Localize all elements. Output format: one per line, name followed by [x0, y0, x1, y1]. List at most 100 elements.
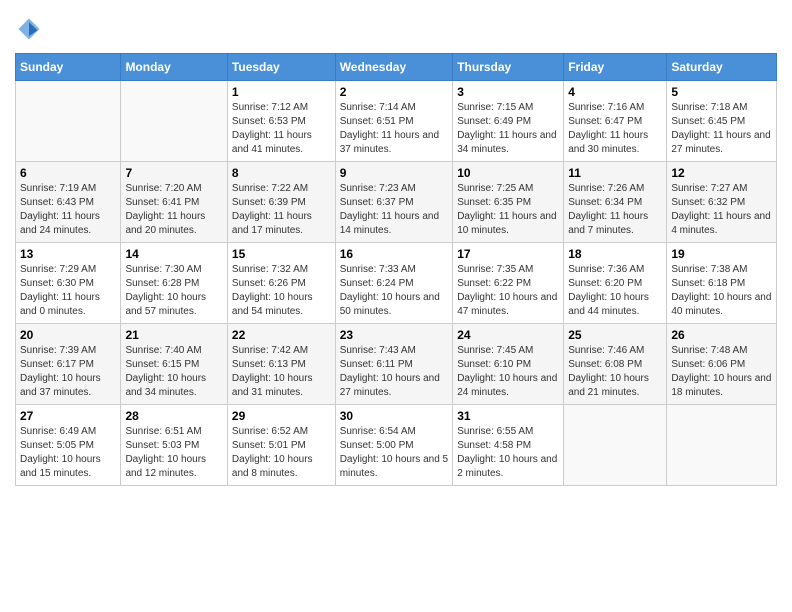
day-number: 17 — [457, 247, 559, 261]
day-info: Sunrise: 6:49 AMSunset: 5:05 PMDaylight:… — [20, 425, 116, 481]
weekday-header-monday: Monday — [121, 54, 227, 81]
day-number: 7 — [125, 166, 222, 180]
calendar-header-row: SundayMondayTuesdayWednesdayThursdayFrid… — [16, 54, 777, 81]
calendar-cell: 5 Sunrise: 7:18 AMSunset: 6:45 PMDaylight… — [667, 81, 777, 162]
day-number: 19 — [671, 247, 772, 261]
day-info: Sunrise: 7:40 AMSunset: 6:15 PMDaylight:… — [125, 344, 222, 400]
day-info: Sunrise: 7:33 AMSunset: 6:24 PMDaylight:… — [340, 263, 449, 319]
weekday-header-friday: Friday — [564, 54, 667, 81]
calendar-cell: 17 Sunrise: 7:35 AMSunset: 6:22 PMDayligh… — [453, 243, 564, 324]
day-number: 20 — [20, 328, 116, 342]
calendar-week-row: 6 Sunrise: 7:19 AMSunset: 6:43 PMDaylight… — [16, 162, 777, 243]
day-info: Sunrise: 6:52 AMSunset: 5:01 PMDaylight:… — [232, 425, 331, 481]
calendar-cell: 3 Sunrise: 7:15 AMSunset: 6:49 PMDaylight… — [453, 81, 564, 162]
weekday-header-tuesday: Tuesday — [227, 54, 335, 81]
calendar-cell: 18 Sunrise: 7:36 AMSunset: 6:20 PMDayligh… — [564, 243, 667, 324]
day-number: 13 — [20, 247, 116, 261]
day-info: Sunrise: 7:12 AMSunset: 6:53 PMDaylight:… — [232, 101, 331, 157]
calendar-week-row: 13 Sunrise: 7:29 AMSunset: 6:30 PMDayligh… — [16, 243, 777, 324]
day-number: 21 — [125, 328, 222, 342]
calendar-cell: 14 Sunrise: 7:30 AMSunset: 6:28 PMDayligh… — [121, 243, 227, 324]
day-number: 25 — [568, 328, 662, 342]
day-number: 26 — [671, 328, 772, 342]
calendar-cell: 16 Sunrise: 7:33 AMSunset: 6:24 PMDayligh… — [335, 243, 453, 324]
calendar-cell: 1 Sunrise: 7:12 AMSunset: 6:53 PMDaylight… — [227, 81, 335, 162]
day-number: 24 — [457, 328, 559, 342]
calendar-cell: 6 Sunrise: 7:19 AMSunset: 6:43 PMDaylight… — [16, 162, 121, 243]
day-number: 22 — [232, 328, 331, 342]
calendar-cell: 13 Sunrise: 7:29 AMSunset: 6:30 PMDayligh… — [16, 243, 121, 324]
day-number: 18 — [568, 247, 662, 261]
calendar-cell: 29 Sunrise: 6:52 AMSunset: 5:01 PMDayligh… — [227, 405, 335, 486]
day-info: Sunrise: 7:19 AMSunset: 6:43 PMDaylight:… — [20, 182, 116, 238]
calendar-cell: 12 Sunrise: 7:27 AMSunset: 6:32 PMDayligh… — [667, 162, 777, 243]
day-info: Sunrise: 7:27 AMSunset: 6:32 PMDaylight:… — [671, 182, 772, 238]
calendar-cell — [16, 81, 121, 162]
calendar-cell: 4 Sunrise: 7:16 AMSunset: 6:47 PMDaylight… — [564, 81, 667, 162]
day-number: 5 — [671, 85, 772, 99]
day-number: 27 — [20, 409, 116, 423]
day-info: Sunrise: 7:43 AMSunset: 6:11 PMDaylight:… — [340, 344, 449, 400]
day-number: 11 — [568, 166, 662, 180]
calendar-cell: 21 Sunrise: 7:40 AMSunset: 6:15 PMDayligh… — [121, 324, 227, 405]
calendar-week-row: 1 Sunrise: 7:12 AMSunset: 6:53 PMDaylight… — [16, 81, 777, 162]
day-number: 31 — [457, 409, 559, 423]
day-number: 8 — [232, 166, 331, 180]
calendar-cell: 23Sunrise: 7:43 AMSunset: 6:11 PMDayligh… — [335, 324, 453, 405]
day-number: 3 — [457, 85, 559, 99]
day-number: 1 — [232, 85, 331, 99]
day-info: Sunrise: 7:32 AMSunset: 6:26 PMDaylight:… — [232, 263, 331, 319]
weekday-header-sunday: Sunday — [16, 54, 121, 81]
weekday-header-wednesday: Wednesday — [335, 54, 453, 81]
day-info: Sunrise: 7:45 AMSunset: 6:10 PMDaylight:… — [457, 344, 559, 400]
calendar-cell: 2 Sunrise: 7:14 AMSunset: 6:51 PMDaylight… — [335, 81, 453, 162]
calendar-cell: 28Sunrise: 6:51 AMSunset: 5:03 PMDayligh… — [121, 405, 227, 486]
day-info: Sunrise: 7:22 AMSunset: 6:39 PMDaylight:… — [232, 182, 331, 238]
calendar-cell: 19 Sunrise: 7:38 AMSunset: 6:18 PMDayligh… — [667, 243, 777, 324]
day-number: 4 — [568, 85, 662, 99]
day-number: 30 — [340, 409, 449, 423]
day-number: 29 — [232, 409, 331, 423]
day-info: Sunrise: 7:23 AMSunset: 6:37 PMDaylight:… — [340, 182, 449, 238]
day-info: Sunrise: 7:42 AMSunset: 6:13 PMDaylight:… — [232, 344, 331, 400]
calendar-cell: 15 Sunrise: 7:32 AMSunset: 6:26 PMDayligh… — [227, 243, 335, 324]
calendar-cell — [564, 405, 667, 486]
calendar-cell: 24 Sunrise: 7:45 AMSunset: 6:10 PMDayligh… — [453, 324, 564, 405]
logo — [15, 15, 47, 43]
day-info: Sunrise: 6:54 AMSunset: 5:00 PMDaylight:… — [340, 425, 449, 481]
day-number: 15 — [232, 247, 331, 261]
day-number: 14 — [125, 247, 222, 261]
calendar-table: SundayMondayTuesdayWednesdayThursdayFrid… — [15, 53, 777, 486]
calendar-cell — [667, 405, 777, 486]
day-info: Sunrise: 7:14 AMSunset: 6:51 PMDaylight:… — [340, 101, 449, 157]
logo-icon — [15, 15, 43, 43]
day-info: Sunrise: 7:26 AMSunset: 6:34 PMDaylight:… — [568, 182, 662, 238]
calendar-cell: 7Sunrise: 7:20 AMSunset: 6:41 PMDaylight… — [121, 162, 227, 243]
day-number: 6 — [20, 166, 116, 180]
calendar-cell: 26Sunrise: 7:48 AMSunset: 6:06 PMDayligh… — [667, 324, 777, 405]
calendar-week-row: 27 Sunrise: 6:49 AMSunset: 5:05 PMDayligh… — [16, 405, 777, 486]
day-info: Sunrise: 7:35 AMSunset: 6:22 PMDaylight:… — [457, 263, 559, 319]
calendar-week-row: 20Sunrise: 7:39 AMSunset: 6:17 PMDayligh… — [16, 324, 777, 405]
day-info: Sunrise: 7:38 AMSunset: 6:18 PMDaylight:… — [671, 263, 772, 319]
day-info: Sunrise: 7:29 AMSunset: 6:30 PMDaylight:… — [20, 263, 116, 319]
calendar-cell: 20Sunrise: 7:39 AMSunset: 6:17 PMDayligh… — [16, 324, 121, 405]
day-info: Sunrise: 7:15 AMSunset: 6:49 PMDaylight:… — [457, 101, 559, 157]
day-info: Sunrise: 7:36 AMSunset: 6:20 PMDaylight:… — [568, 263, 662, 319]
day-info: Sunrise: 6:55 AMSunset: 4:58 PMDaylight:… — [457, 425, 559, 481]
calendar-cell: 22 Sunrise: 7:42 AMSunset: 6:13 PMDayligh… — [227, 324, 335, 405]
calendar-cell: 8 Sunrise: 7:22 AMSunset: 6:39 PMDaylight… — [227, 162, 335, 243]
calendar-cell: 27 Sunrise: 6:49 AMSunset: 5:05 PMDayligh… — [16, 405, 121, 486]
day-number: 2 — [340, 85, 449, 99]
day-info: Sunrise: 7:25 AMSunset: 6:35 PMDaylight:… — [457, 182, 559, 238]
day-info: Sunrise: 7:18 AMSunset: 6:45 PMDaylight:… — [671, 101, 772, 157]
day-number: 9 — [340, 166, 449, 180]
calendar-cell: 9 Sunrise: 7:23 AMSunset: 6:37 PMDaylight… — [335, 162, 453, 243]
day-info: Sunrise: 7:16 AMSunset: 6:47 PMDaylight:… — [568, 101, 662, 157]
day-number: 12 — [671, 166, 772, 180]
day-number: 16 — [340, 247, 449, 261]
calendar-cell: 25Sunrise: 7:46 AMSunset: 6:08 PMDayligh… — [564, 324, 667, 405]
calendar-cell: 31 Sunrise: 6:55 AMSunset: 4:58 PMDayligh… — [453, 405, 564, 486]
day-number: 10 — [457, 166, 559, 180]
day-info: Sunrise: 7:30 AMSunset: 6:28 PMDaylight:… — [125, 263, 222, 319]
